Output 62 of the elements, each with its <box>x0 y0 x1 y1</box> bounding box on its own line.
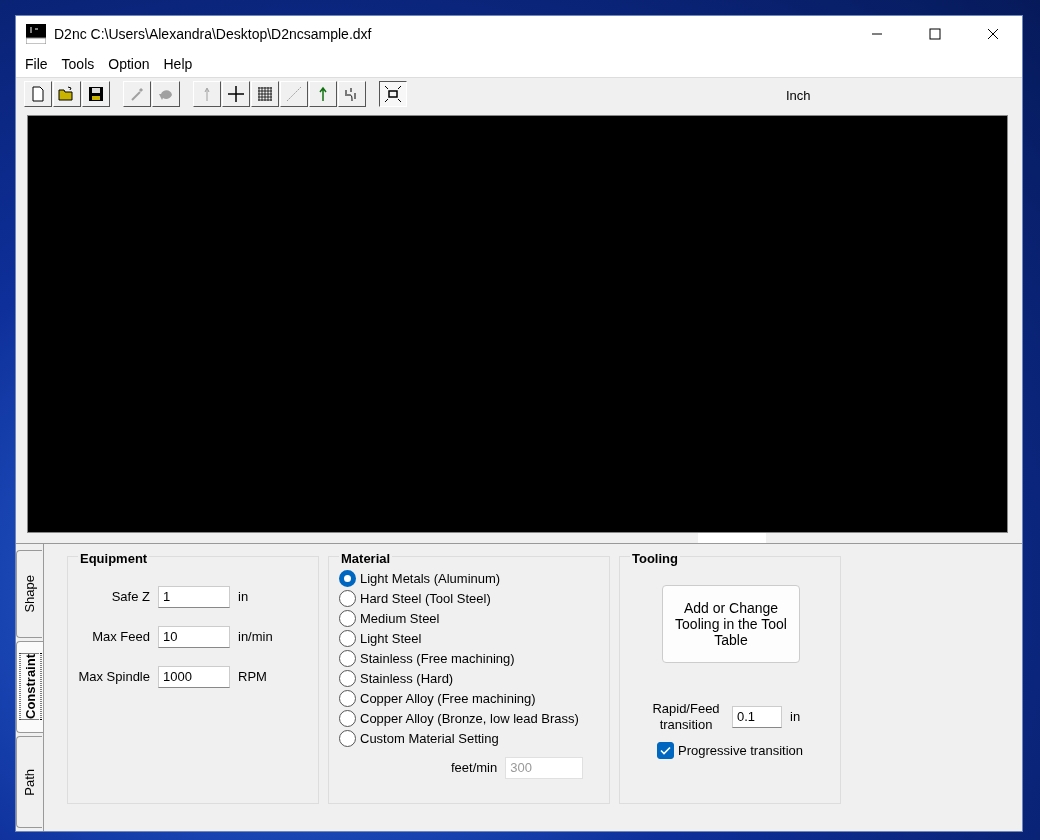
grid-icon <box>256 85 274 104</box>
radio-label: Stainless (Free machining) <box>360 650 515 669</box>
toolbar-button[interactable] <box>338 81 366 108</box>
field-label: Rapid/Feed transition <box>651 701 721 733</box>
menu-item[interactable]: Option <box>101 53 157 75</box>
field-label: feet/min <box>451 759 498 778</box>
progressive-checkbox[interactable] <box>657 742 674 760</box>
transition-field[interactable]: 0.1 <box>732 706 782 728</box>
radio-label: Custom Material Setting <box>360 730 499 749</box>
unit-label: in <box>238 588 249 607</box>
radio-button[interactable] <box>339 710 356 728</box>
radio-label: Copper Alloy (Bronze, low lead Brass) <box>360 710 579 729</box>
splitter-handle[interactable] <box>698 533 766 544</box>
unit-label: in/min <box>238 628 273 647</box>
radio-button[interactable] <box>339 730 356 748</box>
radio-label: Stainless (Hard) <box>360 670 454 689</box>
unit-label: RPM <box>238 668 267 687</box>
new-file-icon <box>29 85 47 104</box>
radio-label: Light Metals (Aluminum) <box>360 570 501 589</box>
toolbar-button[interactable] <box>53 81 81 108</box>
number-field[interactable]: 1 <box>158 586 230 608</box>
crosshair-icon <box>227 85 245 104</box>
check-icon <box>660 746 671 756</box>
fit-view-button[interactable] <box>379 81 407 108</box>
unit-label: in <box>790 708 801 727</box>
radio-button[interactable] <box>339 690 356 708</box>
radio-button[interactable] <box>339 630 356 648</box>
diagonal-line-icon <box>285 85 303 104</box>
tool-table-button[interactable]: Add or Change Tooling in the Tool Table <box>662 585 800 663</box>
app-icon <box>26 24 46 44</box>
radio-button[interactable] <box>339 610 356 628</box>
radio-button[interactable] <box>339 670 356 688</box>
menu-item[interactable]: Tools <box>54 53 102 75</box>
radio-button[interactable] <box>339 570 356 588</box>
folder-icon <box>58 85 76 104</box>
checkbox-label: Progressive transition <box>678 742 803 760</box>
close-icon <box>987 28 999 40</box>
number-field[interactable]: 1000 <box>158 666 230 688</box>
units-label: Inch <box>786 86 811 105</box>
side-tab[interactable]: Path <box>16 736 42 828</box>
side-tab[interactable]: Shape <box>16 550 42 638</box>
number-field[interactable]: 10 <box>158 626 230 648</box>
window-title: D2nc C:\Users\Alexandra\Desktop\D2ncsample.dxf <box>54 24 372 44</box>
toolbar-button[interactable] <box>251 81 279 108</box>
toolbar-button[interactable] <box>309 81 337 108</box>
field-label: Max Feed <box>91 628 150 647</box>
toolbar-button[interactable] <box>24 81 52 108</box>
maximize-icon <box>929 28 941 40</box>
radio-label: Copper Alloy (Free machining) <box>360 690 536 709</box>
toolbar-button[interactable] <box>222 81 250 108</box>
radio-label: Light Steel <box>360 630 422 649</box>
menu-item[interactable]: File <box>18 53 55 75</box>
field-label: Safe Z <box>110 588 150 607</box>
side-tab[interactable]: Constraint <box>16 641 44 733</box>
fit-view-icon <box>384 85 402 104</box>
toolbar-button[interactable] <box>82 81 110 108</box>
menu-item[interactable]: Help <box>156 53 200 75</box>
radio-button[interactable] <box>339 590 356 608</box>
field-label: Max Spindle <box>78 668 150 687</box>
radio-label: Medium Steel <box>360 610 440 629</box>
radio-label: Hard Steel (Tool Steel) <box>360 590 491 609</box>
radio-button[interactable] <box>339 650 356 668</box>
